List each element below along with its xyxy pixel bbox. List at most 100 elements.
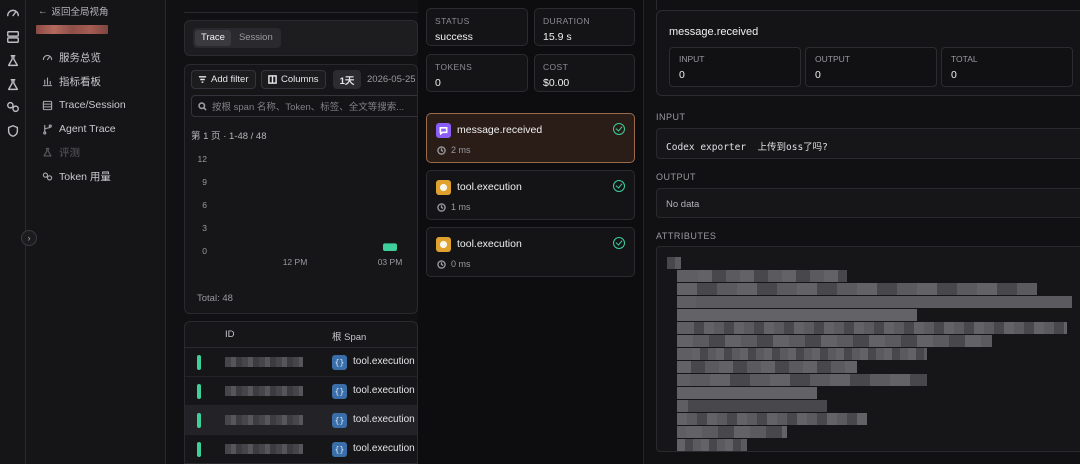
link-icon[interactable] [6,100,20,114]
check-circle-icon [613,123,625,135]
status-card: STATUS success [426,8,528,46]
link-icon [42,171,53,182]
table-row[interactable]: {} tool.execution [185,406,417,435]
span-item-tool-execution[interactable]: tool.execution 1 ms [426,170,635,220]
arrow-left-icon: ← [38,5,48,17]
redacted-attribute-block [740,348,748,360]
shield-icon[interactable] [6,124,20,138]
table-row[interactable]: {} tool.execution [185,377,417,406]
table-row[interactable]: {} tool.execution [185,435,417,463]
redacted-attribute-block [677,348,692,360]
tool-icon [436,180,451,195]
table-row[interactable]: {} tool.execution [185,348,417,377]
chevron-right-icon: › [27,233,31,243]
search-icon [198,101,207,111]
redacted-attribute-block [775,361,789,373]
redacted-attribute-block [884,348,892,360]
redacted-attribute-block [770,374,790,386]
redacted-attribute-block [675,257,681,269]
redacted-attribute-block [782,270,796,282]
span-title: message.received [669,26,759,38]
redacted-attribute-block [981,335,992,347]
redacted-attribute-block [677,270,698,282]
check-circle-icon [613,237,625,249]
sidebar-item-overview[interactable]: 服务总览 [42,48,101,66]
flask-icon [42,147,53,158]
trace-list-panel: Trace Session Add filter Columns 1天 2026… [166,0,418,464]
redacted-attribute-block [954,322,964,334]
span-item-tool-execution[interactable]: tool.execution 0 ms [426,227,635,277]
redacted-attribute-block [677,400,688,412]
tokens-value: 0 [435,77,441,89]
span-item-message-received[interactable]: message.received 2 ms [426,113,635,163]
date-picker[interactable]: 2026-05-25 [367,74,416,85]
tab-trace[interactable]: Trace [195,30,231,46]
redacted-attribute-block [900,296,912,308]
sidebar-item-trace-session[interactable]: Trace/Session [42,96,126,114]
redacted-attribute-block [836,348,844,360]
gauge-icon[interactable] [6,6,20,20]
flask-icon[interactable] [6,78,20,92]
redacted-attribute-block [744,296,756,308]
redacted-attribute-block [696,296,708,308]
status-label: STATUS [435,16,470,26]
redacted-attribute-block [838,270,847,282]
redacted-attribute-block [790,374,810,386]
redacted-attribute-block [789,335,805,347]
redacted-attribute-block [732,348,740,360]
redacted-attribute-block [767,309,785,321]
columns-button[interactable]: Columns [261,70,326,89]
redacted-attribute-block [773,387,785,399]
redacted-attribute-block [687,413,697,425]
redacted-attribute-block [977,283,997,295]
redacted-attribute-block [810,270,824,282]
clock-icon [437,259,446,269]
filter-icon [198,76,207,83]
check-circle-icon [613,180,625,192]
sidebar-item-token-usage[interactable]: Token 用量 [42,167,111,185]
tab-session[interactable]: Session [233,30,279,46]
sidebar-item-metrics[interactable]: 指标看板 [42,72,101,90]
sidebar-item-evaluation: 评测 [42,143,80,161]
redacted-attribute-block [853,335,869,347]
redacted-attribute-block [761,387,773,399]
list-icon[interactable] [6,30,20,44]
sidebar-item-label: 评测 [59,146,80,159]
redacted-attribute-block [850,374,870,386]
redacted-attribute-block [810,374,830,386]
redacted-attribute-block [824,270,838,282]
redacted-attribute-block [857,283,877,295]
redacted-attribute-block [691,361,705,373]
redacted-attribute-block [864,322,874,334]
redacted-attribute-block [874,322,884,334]
redacted-attribute-block [697,283,717,295]
redacted-attribute-block [828,348,836,360]
redacted-attribute-block [694,322,704,334]
redacted-attribute-block [820,348,828,360]
time-range-button[interactable]: 1天 [333,70,361,89]
redacted-attribute-block [718,426,734,438]
column-header-root-span[interactable]: 根 Span [332,329,366,343]
redacted-attribute-block [734,322,744,334]
search-input[interactable]: 按根 span 名称、Token、标签、全文等搜索... [191,95,417,117]
redacted-attribute-block [812,348,820,360]
list-icon [42,100,53,111]
sidebar-collapse-button[interactable]: › [21,230,37,246]
redacted-attribute-block [756,348,764,360]
attributes-content-redacted [656,246,1080,452]
output-content: No data [656,188,1080,218]
redacted-attribute-block [960,296,972,308]
column-header-id[interactable]: ID [225,329,235,340]
add-filter-button[interactable]: Add filter [191,70,256,89]
total-tokens-value: 0 [951,69,957,81]
redacted-attribute-block [936,296,948,308]
sidebar-item-agent-trace[interactable]: Agent Trace [42,120,116,138]
redacted-attribute-block [803,309,821,321]
redacted-attribute-block [701,439,709,451]
redacted-attribute-block [894,322,904,334]
input-tokens-card: INPUT 0 [669,47,801,87]
redacted-attribute-block [934,322,944,334]
back-link[interactable]: ← 返回全局视角 [38,4,109,19]
flask-icon[interactable] [6,54,20,68]
redacted-attribute-block [741,439,747,451]
